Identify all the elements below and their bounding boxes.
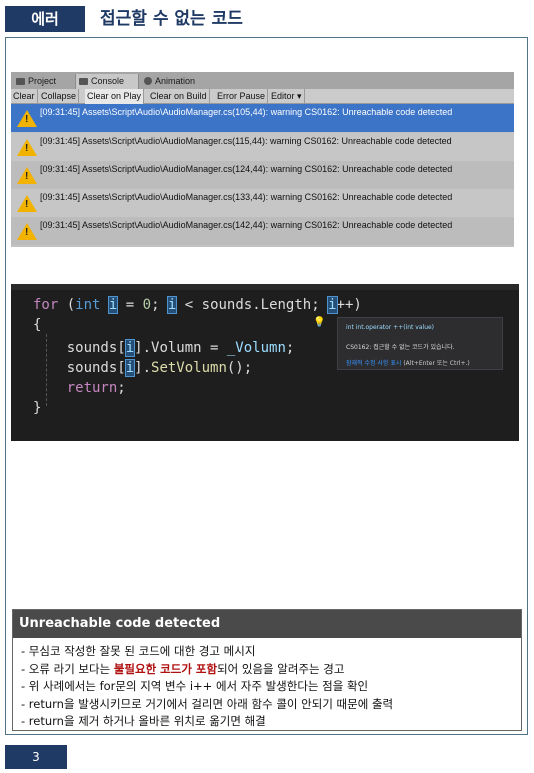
code-line-setvolumn: sounds[i].SetVolumn(); (33, 359, 253, 377)
warning-icon: ! (17, 167, 37, 184)
warning-icon: ! (17, 223, 37, 240)
page-number: 3 (5, 745, 67, 769)
animation-icon (144, 77, 152, 85)
folder-icon (16, 78, 25, 85)
list-item: - return을 발생시키므로 거기에서 걸리면 아래 함수 콜이 안되기 때… (21, 696, 394, 711)
clear-on-build-button[interactable]: Clear on Build (148, 89, 210, 104)
log-row[interactable]: ! [09:31:45] Assets\Script\Audio\AudioMa… (11, 161, 514, 189)
tab-console[interactable]: Console (75, 74, 139, 89)
code-line-return: return; (66, 380, 126, 396)
code-line-brace-close: } (33, 400, 42, 416)
warning-icon: ! (17, 139, 37, 156)
tab-bar: Project Console Animation (11, 72, 514, 89)
quickinfo-popup: int int.operator ++(int value) CS0162: 접… (337, 317, 503, 370)
list-item: - return을 제거 하거나 올바른 위치로 옮기면 해결 (21, 714, 266, 728)
console-toolbar: Clear Collapse Clear on Play Clear on Bu… (11, 89, 514, 104)
code-line-volumn: sounds[i].Volumn = _Volumn; (33, 339, 295, 357)
collapse-button[interactable]: Collapse (39, 89, 80, 104)
error-pause-button[interactable]: Error Pause (215, 89, 269, 104)
explanation-list: - 무심코 작성한 잘못 된 코드에 대한 경고 메시지 - 오류 라기 보다는… (21, 643, 393, 731)
clear-button[interactable]: Clear (11, 89, 38, 104)
page-header: 에러 접근할 수 없는 코드 (5, 6, 529, 32)
list-item: - 무심코 작성한 잘못 된 코드에 대한 경고 메시지 (21, 644, 256, 658)
log-row[interactable]: ! [09:31:45] Assets\Script\Audio\AudioMa… (11, 104, 514, 132)
editor-dropdown[interactable]: Editor ▾ (269, 89, 305, 104)
category-tag: 에러 (5, 6, 85, 32)
unity-console-screenshot: Project Console Animation Clear Collapse… (11, 72, 514, 247)
tab-animation[interactable]: Animation (141, 74, 211, 89)
log-row[interactable]: ! [09:31:45] Assets\Script\Audio\AudioMa… (11, 189, 514, 217)
show-fixes-link[interactable]: 잠재적 수정 사항 표시 (Alt+Enter 또는 Ctrl+.) (346, 358, 470, 367)
log-row[interactable]: ! [09:31:45] Assets\Script\Audio\AudioMa… (11, 217, 514, 245)
list-item: - 위 사례에서는 for문의 지역 변수 i++ 에서 자주 발생한다는 점을… (21, 679, 369, 693)
clear-on-play-button[interactable]: Clear on Play (85, 89, 145, 104)
console-icon (79, 78, 88, 85)
warning-icon: ! (17, 110, 37, 127)
code-editor-screenshot: for (int i = 0; i < sounds.Length; i++) … (11, 284, 519, 441)
page-title: 접근할 수 없는 코드 (100, 9, 243, 29)
log-row[interactable]: ! [09:31:45] Assets\Script\Audio\AudioMa… (11, 133, 514, 161)
tab-project[interactable]: Project (13, 74, 73, 89)
warning-icon: ! (17, 195, 37, 212)
code-line-for: for (int i = 0; i < sounds.Length; i++) (33, 296, 362, 314)
code-line-brace-open: { (33, 317, 42, 333)
box-heading: Unreachable code detected (13, 610, 521, 638)
list-item: - 오류 라기 보다는 불필요한 코드가 포함되어 있음을 알려주는 경고 (21, 661, 345, 676)
lightbulb-icon[interactable]: 💡 (313, 317, 325, 329)
explanation-box: Unreachable code detected - 무심코 작성한 잘못 된… (12, 609, 522, 731)
